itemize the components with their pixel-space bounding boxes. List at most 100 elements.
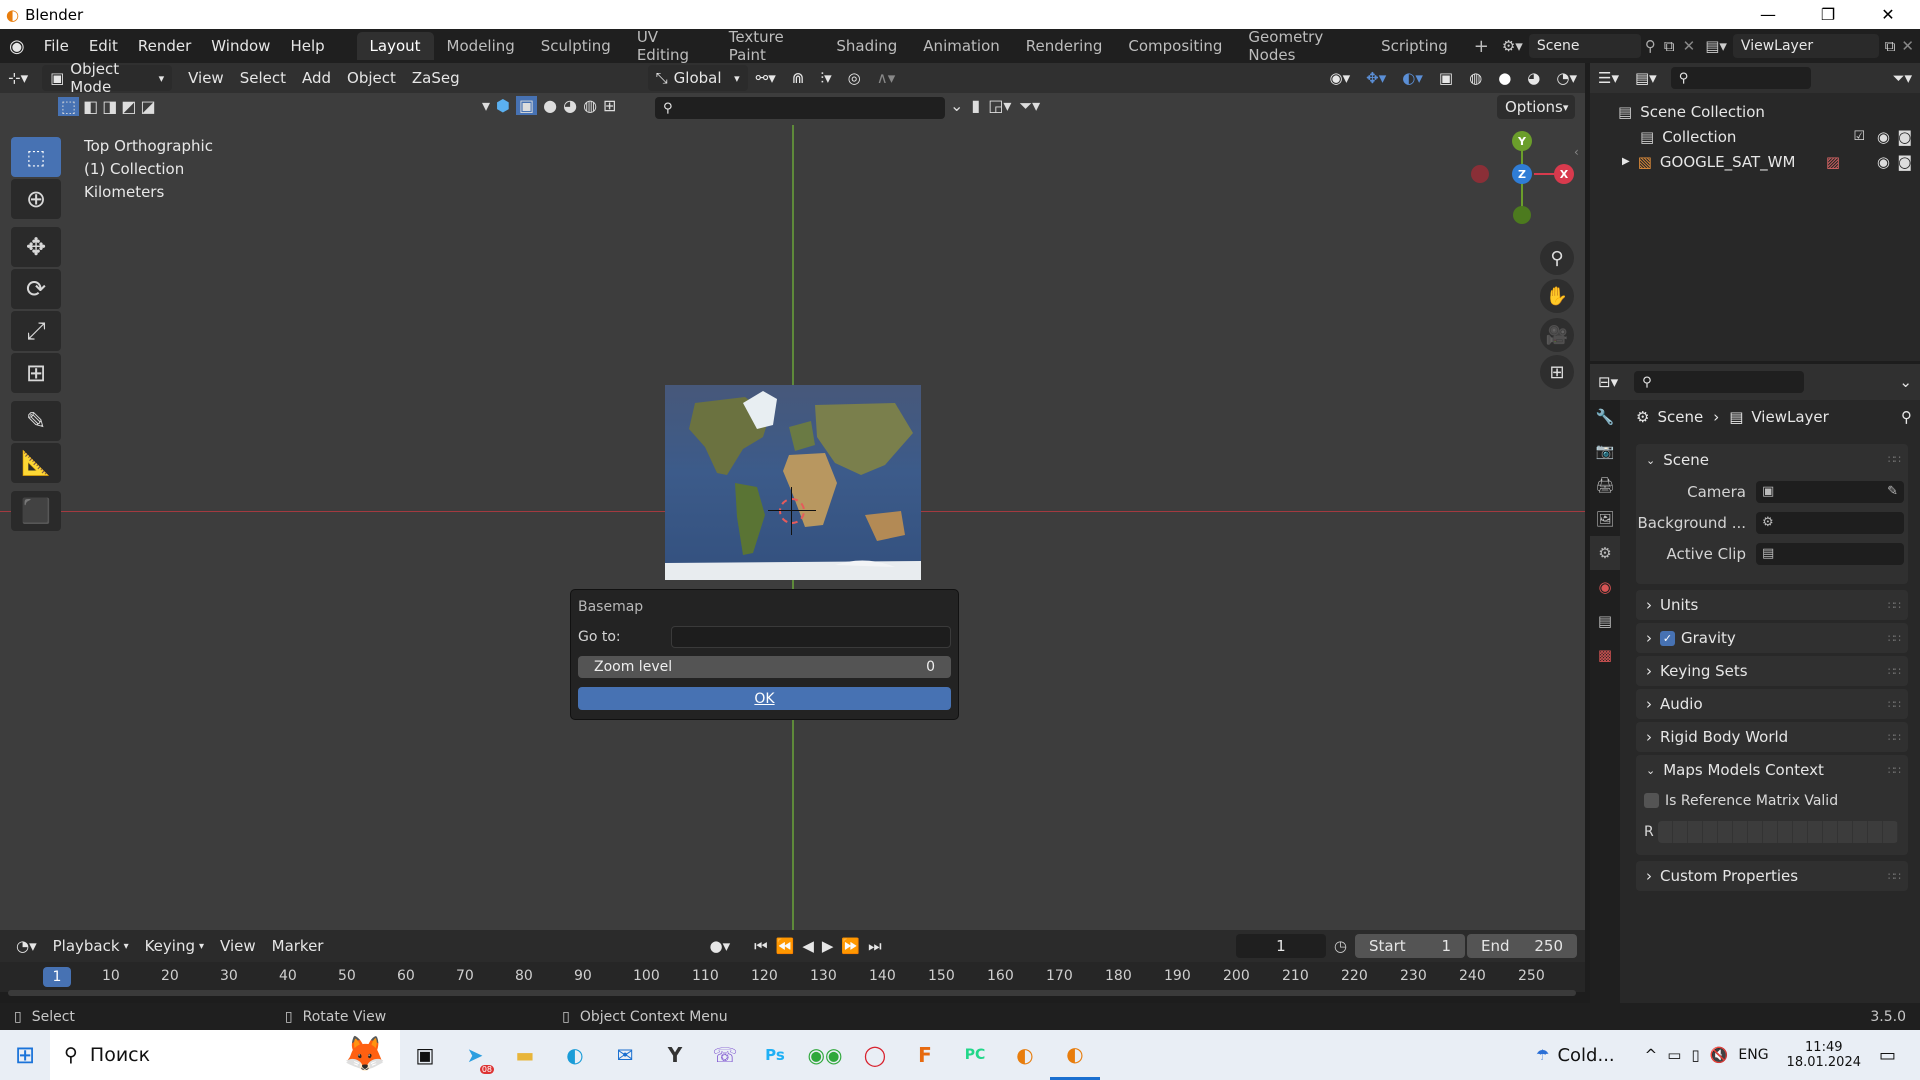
delete-scene-icon[interactable]: ✕ — [1683, 37, 1696, 55]
stopwatch-icon[interactable]: ◷ — [1334, 937, 1347, 955]
timeline-menu-view[interactable]: View — [212, 933, 264, 959]
pan-hand-icon[interactable]: ✋ — [1540, 279, 1574, 313]
material-shading-icon[interactable]: ◕ — [1519, 65, 1548, 91]
header-menu-object[interactable]: Object — [339, 65, 404, 91]
move-tool[interactable]: ✥ — [11, 227, 61, 267]
start-frame-field[interactable]: Start 1 — [1355, 934, 1465, 958]
select-invert-icon[interactable]: ◩ — [121, 97, 136, 116]
new-view-layer-icon[interactable]: ⧉ — [1885, 37, 1896, 55]
gravity-panel[interactable]: › ✓ Gravity ∷∷ — [1636, 623, 1908, 653]
telegram-icon[interactable]: ➤ 08 — [450, 1030, 500, 1080]
drag-handle-icon[interactable]: ∷∷ — [1888, 453, 1901, 466]
viber-icon[interactable]: ☏ — [700, 1030, 750, 1080]
gizmo-toggle-icon[interactable]: ✥▾ — [1358, 65, 1394, 91]
tab-scripting[interactable]: Scripting — [1368, 32, 1461, 60]
options-dropdown[interactable]: Options ▾ — [1497, 95, 1575, 119]
view-layer-tab-icon[interactable]: 🖼 — [1590, 502, 1620, 536]
mesh-filter-icon[interactable]: ▣ — [516, 96, 538, 115]
add-cube-tool[interactable]: ⬛ — [11, 491, 61, 531]
cursor-tool[interactable]: ⊕ — [11, 179, 61, 219]
menu-edit[interactable]: Edit — [79, 29, 128, 63]
snap-target-icon[interactable]: ⫶▾ — [812, 65, 839, 91]
scene-selector[interactable]: Scene — [1528, 34, 1641, 58]
edge-icon[interactable]: ◐ — [550, 1030, 600, 1080]
blender-active-taskbar-icon[interactable]: ◐ — [1050, 1030, 1100, 1080]
outliner-search-input[interactable]: ⚲ — [1670, 67, 1811, 89]
display-mode-icon[interactable]: ▤▾ — [1627, 65, 1665, 91]
menu-help[interactable]: Help — [280, 29, 334, 63]
tray-chevron-icon[interactable]: ^ — [1645, 1046, 1658, 1064]
filter-dropdown-icon[interactable]: ▾ — [482, 96, 490, 115]
network-icon[interactable]: ▭ — [1667, 1046, 1681, 1064]
camera-field[interactable]: ▣ ✎ — [1756, 480, 1904, 503]
goto-input[interactable] — [671, 626, 951, 648]
playhead-frame[interactable]: 1 — [43, 967, 71, 987]
pin-icon[interactable]: ⚲ — [1901, 408, 1912, 426]
bookmark-icon[interactable]: ▮ — [971, 96, 980, 116]
outliner-scene-collection[interactable]: ▤ Scene Collection — [1590, 99, 1920, 124]
navigation-gizmo[interactable]: Y Z X — [1471, 131, 1580, 233]
gizmo-z-axis[interactable]: Z — [1512, 164, 1532, 184]
outliner-filter-icon[interactable]: ⏷▾ — [1884, 65, 1920, 91]
drag-handle-icon[interactable]: ∷∷ — [1888, 764, 1901, 777]
tab-animation[interactable]: Animation — [910, 32, 1012, 60]
drag-handle-icon[interactable]: ∷∷ — [1888, 698, 1901, 711]
transform-tool[interactable]: ⊞ — [11, 353, 61, 393]
fusion360-icon[interactable]: F — [900, 1030, 950, 1080]
select-box-tool[interactable]: ⬚ — [11, 137, 61, 177]
background-field[interactable]: ⚙ — [1756, 511, 1904, 534]
chevron-down-icon[interactable]: ⌄ — [1891, 369, 1920, 395]
snap-icon[interactable]: ⋒ — [784, 65, 813, 91]
yandex-icon[interactable]: Y — [650, 1030, 700, 1080]
tool-tab-icon[interactable]: 🔧 — [1590, 400, 1620, 434]
select-intersect-icon[interactable]: ◪ — [141, 97, 156, 116]
output-tab-icon[interactable]: 🖨 — [1590, 468, 1620, 502]
view-layer-selector[interactable]: ViewLayer — [1732, 34, 1879, 58]
timeline-scrollbar[interactable] — [8, 990, 1576, 996]
drag-handle-icon[interactable]: ∷∷ — [1888, 599, 1901, 612]
object-type-icon[interactable]: ⬢ — [496, 96, 510, 115]
sphere-filter-icon[interactable]: ● — [543, 96, 557, 115]
eyedropper-icon[interactable]: ✎ — [1887, 484, 1898, 499]
measure-tool[interactable]: 📐 — [11, 443, 61, 483]
units-panel[interactable]: › Units ∷∷ — [1636, 590, 1908, 620]
annotate-tool[interactable]: ✎ — [11, 401, 61, 441]
render-tab-icon[interactable]: 📷 — [1590, 434, 1620, 468]
menu-file[interactable]: File — [34, 29, 79, 63]
next-keyframe-icon[interactable]: ⏩ — [837, 933, 864, 959]
audio-panel[interactable]: › Audio ∷∷ — [1636, 689, 1908, 719]
properties-search-input[interactable]: ⚲ — [1634, 371, 1805, 393]
tab-layout[interactable]: Layout — [356, 32, 434, 60]
rotate-tool[interactable]: ⟳ — [11, 269, 61, 309]
blender-taskbar-icon[interactable]: ◐ — [1000, 1030, 1050, 1080]
scale-tool[interactable]: ⤢ — [11, 311, 61, 351]
tab-shading[interactable]: Shading — [823, 32, 910, 60]
timeline-editor-icon[interactable]: ◔▾ — [8, 933, 45, 959]
drag-handle-icon[interactable]: ∷∷ — [1888, 665, 1901, 678]
pin-scene-icon[interactable]: ⚲ — [1645, 37, 1656, 55]
task-view-icon[interactable]: ▣ — [400, 1030, 450, 1080]
texture-filter-icon[interactable]: ◕ — [563, 96, 577, 115]
timeline-menu-marker[interactable]: Marker — [264, 933, 332, 959]
exclude-checkbox-icon[interactable]: ☑ — [1853, 129, 1865, 144]
display-mode-icon[interactable]: ◲▾ — [988, 96, 1011, 116]
rendered-shading-icon[interactable]: ◔▾ — [1548, 65, 1585, 91]
funnel-filter-icon[interactable]: ⏷▾ — [1019, 96, 1040, 116]
outliner-item-collection[interactable]: ▤ Collection ☑ ◉ ◙ — [1590, 124, 1920, 149]
opera-icon[interactable]: ◯ — [850, 1030, 900, 1080]
file-explorer-icon[interactable]: ▬ — [500, 1030, 550, 1080]
close-window-button[interactable]: ✕ — [1860, 0, 1916, 29]
add-workspace-icon[interactable]: + — [1461, 32, 1502, 60]
menu-window[interactable]: Window — [201, 29, 280, 63]
view-layer-icon[interactable]: ▤▾ — [1705, 37, 1727, 55]
blender-menu-icon[interactable]: ◉ — [0, 36, 34, 57]
chevron-down-icon[interactable]: ⌄ — [950, 96, 963, 116]
end-frame-field[interactable]: End 250 — [1467, 934, 1577, 958]
gizmo-x-axis[interactable]: X — [1554, 164, 1574, 184]
gizmo-neg-y-axis[interactable] — [1513, 206, 1531, 224]
xray-icon[interactable]: ▣ — [1431, 65, 1461, 91]
ok-button[interactable]: OK — [578, 687, 951, 710]
new-scene-icon[interactable]: ⧉ — [1664, 37, 1675, 55]
tab-texture-paint[interactable]: Texture Paint — [716, 28, 824, 64]
jump-end-icon[interactable]: ⏭ — [864, 933, 886, 959]
